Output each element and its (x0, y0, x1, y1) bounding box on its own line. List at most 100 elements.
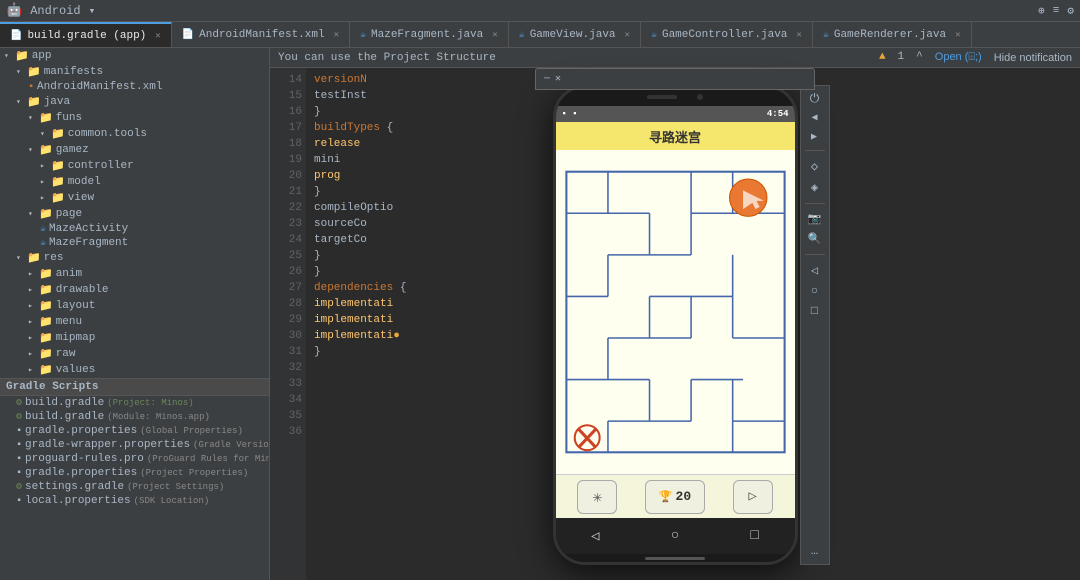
sidebar-item-gamez[interactable]: ▾ 📁 gamez (0, 142, 269, 158)
tab-gamecontroller[interactable]: ☕ GameController.java ✕ (641, 22, 813, 47)
recent-nav-icon[interactable]: □ (750, 528, 758, 544)
sidebar-item-drawable[interactable]: ▸ 📁 drawable (0, 282, 269, 298)
phone-camera (697, 94, 703, 100)
sidebar-label-local-props: local.properties (25, 495, 131, 507)
sidebar-label-menu: menu (56, 316, 82, 328)
tab-gameview[interactable]: ☕ GameView.java ✕ (509, 22, 641, 47)
sidebar-item-mipmap[interactable]: ▸ 📁 mipmap (0, 330, 269, 346)
tab-label-androidmanifest: AndroidManifest.xml (199, 29, 324, 41)
folder-icon-manifests: 📁 (27, 65, 41, 79)
phone-speaker (647, 95, 677, 99)
sidebar-item-gradle-props-project[interactable]: ▪ gradle.properties (Project Properties) (0, 466, 269, 480)
maze-area (556, 150, 795, 474)
sidebar-label-settings-gradle: settings.gradle (25, 481, 124, 493)
folder-icon-drawable: 📁 (39, 283, 53, 297)
sidebar-item-build-gradle-module[interactable]: ⚙ build.gradle (Module: Minos.app) (0, 410, 269, 424)
sidebar-item-app[interactable]: ▾ 📁 app (0, 48, 269, 64)
tab-close-gamecontroller[interactable]: ✕ (796, 30, 801, 40)
sidebar-item-anim[interactable]: ▸ 📁 anim (0, 266, 269, 282)
tab-icon-java-1: ☕ (360, 29, 366, 41)
folder-icon-raw: 📁 (39, 347, 53, 361)
play-icon: ▷ (748, 488, 756, 505)
badge-gradle-version: (Gradle Version) (193, 440, 270, 450)
tab-label-gameview: GameView.java (530, 29, 616, 41)
back-nav-icon[interactable]: ◁ (591, 528, 599, 545)
warning-count: 1 (898, 51, 905, 64)
sidebar-item-proguard[interactable]: ▪ proguard-rules.pro (ProGuard Rules for… (0, 452, 269, 466)
sidebar-item-view[interactable]: ▸ 📁 view (0, 190, 269, 206)
folder-icon-controller: 📁 (51, 159, 65, 173)
phone-app-bar: 寻路迷宫 (556, 122, 795, 150)
sidebar-item-androidmanifest[interactable]: ▪ AndroidManifest.xml (0, 80, 269, 94)
main-content: ▾ 📁 app ▾ 📁 manifests ▪ AndroidManifest.… (0, 48, 1080, 580)
tab-gamerenderer[interactable]: ☕ GameRenderer.java ✕ (813, 22, 972, 47)
bottom-bar-indicator (645, 557, 705, 560)
tab-close-androidmanifest[interactable]: ✕ (334, 30, 339, 40)
chevron-down-icon-java: ▾ (16, 97, 24, 107)
play-button[interactable]: ▷ (733, 480, 773, 514)
xml-file-icon: ▪ (28, 82, 34, 93)
sidebar-item-gradle-wrapper-props[interactable]: ▪ gradle-wrapper.properties (Gradle Vers… (0, 438, 269, 452)
sidebar-label-gradle-props-project: gradle.properties (25, 467, 137, 479)
folder-icon-page: 📁 (39, 207, 53, 221)
sidebar-item-page[interactable]: ▾ 📁 page (0, 206, 269, 222)
sidebar-item-common-tools[interactable]: ▾ 📁 common.tools (0, 126, 269, 142)
sidebar-item-manifests[interactable]: ▾ 📁 manifests (0, 64, 269, 80)
tab-build-gradle-app[interactable]: 📄 build.gradle (app) ✕ (0, 22, 172, 47)
tab-bar: 📄 build.gradle (app) ✕ 📄 AndroidManifest… (0, 22, 1080, 48)
hide-notification-button[interactable]: Hide notification (994, 51, 1072, 64)
sidebar-item-build-gradle-project[interactable]: ⚙ build.gradle (Project: Minos) (0, 396, 269, 410)
sidebar-item-funs[interactable]: ▾ 📁 funs (0, 110, 269, 126)
tab-close-build-gradle[interactable]: ✕ (155, 31, 160, 41)
tab-androidmanifest[interactable]: 📄 AndroidManifest.xml ✕ (172, 22, 350, 47)
sidebar-item-mazeactivity[interactable]: ☕ MazeActivity (0, 222, 269, 236)
toolbar-icon-3[interactable]: ⚙ (1067, 4, 1074, 18)
dropdown-icon[interactable]: ▾ (89, 4, 96, 18)
sidebar-label-values: values (56, 364, 96, 376)
settings-icon: ✳ (593, 487, 603, 507)
sidebar-item-model[interactable]: ▸ 📁 model (0, 174, 269, 190)
sidebar-label-gradle-wrapper-props: gradle-wrapper.properties (25, 439, 190, 451)
chevron-right-icon-anim: ▸ (28, 269, 36, 279)
sidebar-item-res[interactable]: ▾ 📁 res (0, 250, 269, 266)
home-nav-icon[interactable]: ○ (671, 528, 679, 544)
sidebar-item-local-props[interactable]: ▪ local.properties (SDK Location) (0, 494, 269, 508)
chevron-down-icon-funs: ▾ (28, 113, 36, 123)
notification-actions: ▲ 1 ^ Open (⌹;) Hide notification (879, 51, 1072, 64)
caret-icon: ^ (916, 51, 923, 64)
sidebar-item-settings-gradle[interactable]: ⚙ settings.gradle (Project Settings) (0, 480, 269, 494)
sidebar-label-build-gradle-project: build.gradle (25, 397, 104, 409)
phone-controls-bar: ✳ 🏆 20 ▷ (556, 474, 795, 518)
sidebar-item-mazefragment[interactable]: ☕ MazeFragment (0, 236, 269, 250)
phone-status-bar: ▪ ▪ 4:54 (556, 106, 795, 122)
folder-icon-anim: 📁 (39, 267, 53, 281)
chevron-right-icon: ▾ (16, 67, 24, 77)
sidebar-item-raw[interactable]: ▸ 📁 raw (0, 346, 269, 362)
chevron-right-icon-ctrl: ▸ (40, 161, 48, 171)
tab-close-mazefragment[interactable]: ✕ (492, 30, 497, 40)
tab-close-gamerenderer[interactable]: ✕ (955, 30, 960, 40)
sidebar-item-menu[interactable]: ▸ 📁 menu (0, 314, 269, 330)
badge-project: (Project: Minos) (107, 398, 193, 408)
sidebar-item-java[interactable]: ▾ 📁 java (0, 94, 269, 110)
sidebar-item-values[interactable]: ▸ 📁 values (0, 362, 269, 378)
sidebar-label-androidmanifest: AndroidManifest.xml (37, 81, 162, 93)
tab-icon-java-4: ☕ (823, 29, 829, 41)
notification-text: You can use the Project Structure (278, 52, 496, 64)
sidebar-item-layout[interactable]: ▸ 📁 layout (0, 298, 269, 314)
sidebar-label-mipmap: mipmap (56, 332, 96, 344)
settings-button[interactable]: ✳ (577, 480, 617, 514)
tab-close-gameview[interactable]: ✕ (625, 30, 630, 40)
sidebar-label-gradle-props-global: gradle.properties (25, 425, 137, 437)
sidebar-item-controller[interactable]: ▸ 📁 controller (0, 158, 269, 174)
toolbar-icon-2[interactable]: ≡ (1053, 5, 1060, 17)
trophy-icon: 🏆 (659, 490, 673, 504)
sidebar-label-model: model (68, 176, 101, 188)
toolbar-icon-1[interactable]: ⊕ (1038, 4, 1045, 18)
sidebar-item-gradle-props-global[interactable]: ▪ gradle.properties (Global Properties) (0, 424, 269, 438)
folder-icon-app: 📁 (15, 49, 29, 63)
score-display: 🏆 20 (645, 480, 705, 514)
open-button[interactable]: Open (⌹;) (935, 51, 982, 64)
folder-icon-java: 📁 (27, 95, 41, 109)
tab-mazefragment[interactable]: ☕ MazeFragment.java ✕ (350, 22, 509, 47)
